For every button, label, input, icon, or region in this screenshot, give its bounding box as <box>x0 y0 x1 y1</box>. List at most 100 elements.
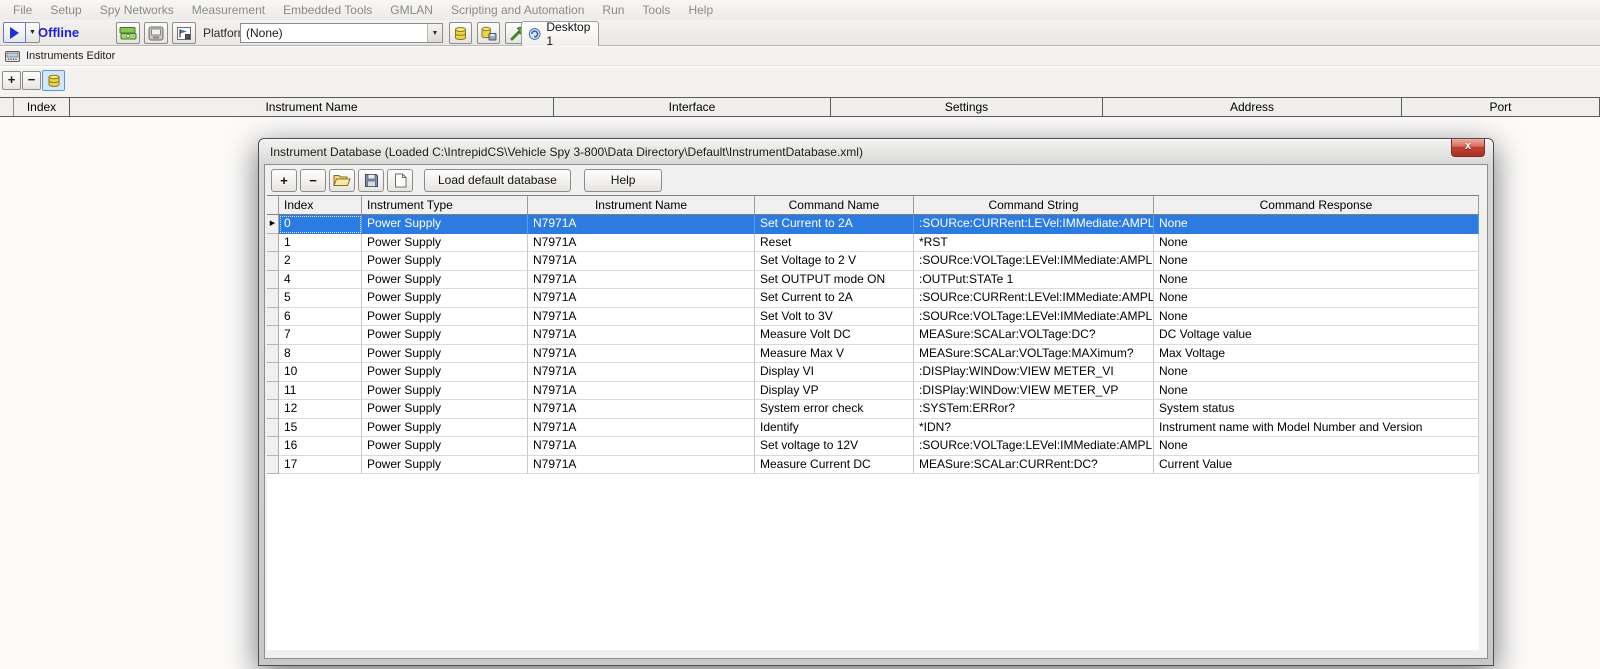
menu-item-run[interactable]: Run <box>593 3 633 17</box>
add-instrument-button[interactable]: + <box>2 71 21 90</box>
run-button[interactable] <box>3 22 26 43</box>
cell-command-string[interactable]: :DISPlay:WINDow:VIEW METER_VP <box>914 382 1154 401</box>
menu-item-setup[interactable]: Setup <box>41 3 90 17</box>
menu-item-gmlan[interactable]: GMLAN <box>381 3 442 17</box>
cell-instrument-name[interactable]: N7971A <box>528 215 755 234</box>
table-row[interactable]: 15Power SupplyN7971AIdentify*IDN?Instrum… <box>267 419 1479 438</box>
cell-instrument-type[interactable]: Power Supply <box>362 345 528 364</box>
cell-command-name[interactable]: Display VI <box>755 363 914 382</box>
cell-command-string[interactable]: :SOURce:VOLTage:LEVel:IMMediate:AMPLitu <box>914 252 1154 271</box>
table-row[interactable]: 1Power SupplyN7971AReset*RSTNone <box>267 234 1479 253</box>
cell-command-response[interactable]: None <box>1154 363 1479 382</box>
cell-command-string[interactable]: :DISPlay:WINDow:VIEW METER_VI <box>914 363 1154 382</box>
menu-item-help[interactable]: Help <box>679 3 722 17</box>
column-header-port[interactable]: Port <box>1402 98 1600 116</box>
instrument-database-button[interactable] <box>42 70 65 91</box>
menu-item-file[interactable]: File <box>4 3 41 17</box>
column-header-instrument-name[interactable]: Instrument Name <box>528 196 755 214</box>
cell-instrument-name[interactable]: N7971A <box>528 345 755 364</box>
cell-command-name[interactable]: Set Current to 2A <box>755 289 914 308</box>
cell-command-string[interactable]: MEASure:SCALar:CURRent:DC? <box>914 456 1154 475</box>
remove-instrument-button[interactable]: − <box>22 71 41 90</box>
column-header-index[interactable]: Index <box>279 196 362 214</box>
table-row[interactable]: 10Power SupplyN7971ADisplay VI:DISPlay:W… <box>267 363 1479 382</box>
cell-instrument-type[interactable]: Power Supply <box>362 382 528 401</box>
column-header-interface[interactable]: Interface <box>554 98 831 116</box>
column-header-instrument-type[interactable]: Instrument Type <box>362 196 528 214</box>
column-header-command-response[interactable]: Command Response <box>1154 196 1479 214</box>
cell-instrument-type[interactable]: Power Supply <box>362 308 528 327</box>
cell-command-string[interactable]: :SYSTem:ERRor? <box>914 400 1154 419</box>
cell-index[interactable]: 0 <box>279 215 362 234</box>
cell-command-response[interactable]: None <box>1154 271 1479 290</box>
cell-command-response[interactable]: DC Voltage value <box>1154 326 1479 345</box>
cell-command-name[interactable]: Measure Current DC <box>755 456 914 475</box>
chevron-down-icon[interactable]: ▼ <box>427 24 442 42</box>
cell-command-string[interactable]: *IDN? <box>914 419 1154 438</box>
load-default-database-button[interactable]: Load default database <box>424 169 571 192</box>
column-header-instrument-name[interactable]: Instrument Name <box>70 98 554 116</box>
open-database-button[interactable] <box>329 169 355 192</box>
cell-index[interactable]: 15 <box>279 419 362 438</box>
column-header-settings[interactable]: Settings <box>831 98 1103 116</box>
cell-command-name[interactable]: Set voltage to 12V <box>755 437 914 456</box>
cell-instrument-type[interactable]: Power Supply <box>362 234 528 253</box>
cell-command-response[interactable]: None <box>1154 215 1479 234</box>
cell-instrument-name[interactable]: N7971A <box>528 289 755 308</box>
cell-command-string[interactable]: *RST <box>914 234 1154 253</box>
cell-index[interactable]: 10 <box>279 363 362 382</box>
add-command-button[interactable]: + <box>271 169 297 192</box>
row-indicator[interactable] <box>267 419 279 438</box>
cell-index[interactable]: 2 <box>279 252 362 271</box>
cell-command-string[interactable]: :SOURce:VOLTage:LEVel:IMMediate:AMPLitu <box>914 437 1154 456</box>
row-indicator[interactable] <box>267 437 279 456</box>
cell-command-string[interactable]: :SOURce:CURRent:LEVel:IMMediate:AMPLitu <box>914 289 1154 308</box>
row-indicator[interactable] <box>267 345 279 364</box>
row-indicator[interactable] <box>267 363 279 382</box>
table-row[interactable]: 6Power SupplyN7971ASet Volt to 3V:SOURce… <box>267 308 1479 327</box>
remove-command-button[interactable]: − <box>300 169 326 192</box>
row-indicator[interactable] <box>267 456 279 475</box>
cell-instrument-name[interactable]: N7971A <box>528 234 755 253</box>
cell-instrument-type[interactable]: Power Supply <box>362 252 528 271</box>
cell-index[interactable]: 7 <box>279 326 362 345</box>
cell-command-response[interactable]: System status <box>1154 400 1479 419</box>
tab-desktop-1[interactable]: Desktop 1 <box>521 21 599 46</box>
cell-instrument-name[interactable]: N7971A <box>528 326 755 345</box>
table-row[interactable]: 11Power SupplyN7971ADisplay VP:DISPlay:W… <box>267 382 1479 401</box>
save-database-button[interactable] <box>358 169 384 192</box>
cell-instrument-type[interactable]: Power Supply <box>362 437 528 456</box>
column-header-index[interactable]: Index <box>14 98 70 116</box>
cell-instrument-name[interactable]: N7971A <box>528 437 755 456</box>
cell-instrument-name[interactable]: N7971A <box>528 382 755 401</box>
cell-command-response[interactable]: None <box>1154 437 1479 456</box>
cell-instrument-type[interactable]: Power Supply <box>362 271 528 290</box>
cell-instrument-name[interactable]: N7971A <box>528 400 755 419</box>
column-header-address[interactable]: Address <box>1103 98 1402 116</box>
menu-item-spy-networks[interactable]: Spy Networks <box>91 3 183 17</box>
cell-index[interactable]: 1 <box>279 234 362 253</box>
cell-instrument-type[interactable]: Power Supply <box>362 363 528 382</box>
cell-command-string[interactable]: :SOURce:VOLTage:LEVel:IMMediate:AMPLitu <box>914 308 1154 327</box>
cell-index[interactable]: 4 <box>279 271 362 290</box>
cell-command-name[interactable]: Set OUTPUT mode ON <box>755 271 914 290</box>
table-row[interactable]: 17Power SupplyN7971AMeasure Current DCME… <box>267 456 1479 475</box>
cell-command-string[interactable]: :SOURce:CURRent:LEVel:IMMediate:AMPLitu <box>914 215 1154 234</box>
function-blocks-button[interactable] <box>172 22 196 44</box>
cell-command-response[interactable]: None <box>1154 308 1479 327</box>
row-indicator[interactable] <box>267 252 279 271</box>
row-indicator[interactable] <box>267 382 279 401</box>
report-button[interactable] <box>116 22 140 44</box>
table-row[interactable]: 8Power SupplyN7971AMeasure Max VMEASure:… <box>267 345 1479 364</box>
cell-command-name[interactable]: Set Voltage to 2 V <box>755 252 914 271</box>
close-button[interactable]: x <box>1451 139 1485 157</box>
cell-index[interactable]: 17 <box>279 456 362 475</box>
row-indicator[interactable] <box>267 308 279 327</box>
row-indicator[interactable]: ▶ <box>267 215 279 234</box>
cell-index[interactable]: 16 <box>279 437 362 456</box>
cell-command-response[interactable]: Current Value <box>1154 456 1479 475</box>
cell-command-name[interactable]: Set Volt to 3V <box>755 308 914 327</box>
cell-command-name[interactable]: Display VP <box>755 382 914 401</box>
cell-command-name[interactable]: Measure Max V <box>755 345 914 364</box>
cell-index[interactable]: 12 <box>279 400 362 419</box>
